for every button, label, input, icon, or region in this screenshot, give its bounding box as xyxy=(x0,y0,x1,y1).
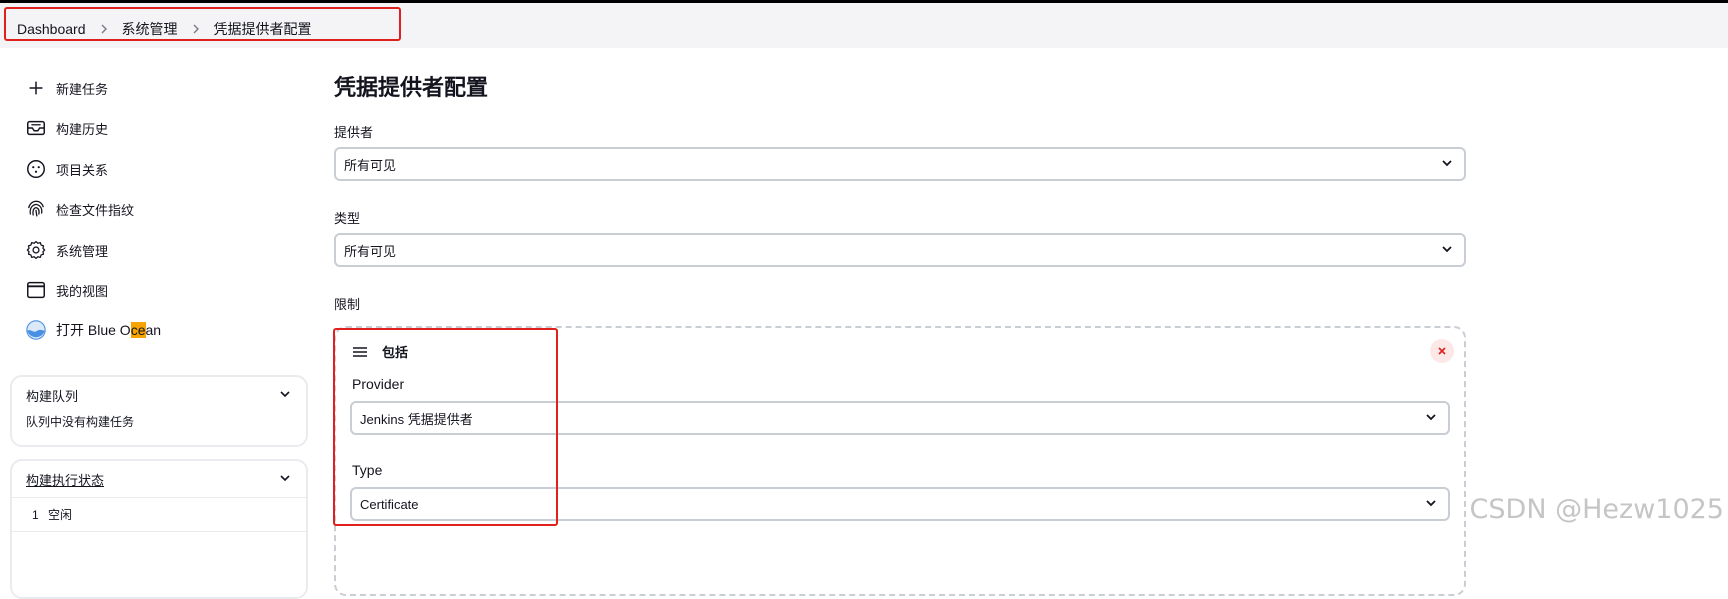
chevron-down-icon xyxy=(1424,410,1438,427)
sidebar-item-project-relation[interactable]: 项目关系 xyxy=(24,157,108,181)
type-label: 类型 xyxy=(334,211,361,226)
provider-label: 提供者 xyxy=(334,125,374,140)
executor-status-title[interactable]: 构建执行状态 xyxy=(26,470,104,489)
annotation-box-restriction xyxy=(333,328,558,526)
build-queue-title: 构建队列 xyxy=(26,388,79,404)
sidebar-item-label: 系统管理 xyxy=(56,243,109,259)
plus-icon xyxy=(24,76,48,100)
build-queue-header[interactable]: 构建队列 xyxy=(12,377,306,413)
page-title: 凭据提供者配置 xyxy=(334,75,489,100)
sidebar: 新建任务 构建历史 项目关系 检查文件指纹 系统管理 我的视图 打开 Blue … xyxy=(0,48,330,599)
executor-status-header[interactable]: 构建执行状态 xyxy=(12,461,306,497)
sidebar-item-fingerprint[interactable]: 检查文件指纹 xyxy=(24,197,134,221)
type-select-value: 所有可见 xyxy=(344,243,397,259)
chevron-down-icon xyxy=(1440,156,1454,173)
provider-select[interactable]: 所有可见 xyxy=(334,147,1466,181)
chevron-down-icon xyxy=(1424,496,1438,513)
sidebar-item-my-views[interactable]: 我的视图 xyxy=(24,278,108,302)
chevron-down-icon xyxy=(1440,242,1454,259)
executor-number: 1 xyxy=(32,508,39,522)
blue-ocean-label-suffix: an xyxy=(145,322,162,338)
watermark: CSDN @Hezw1025 xyxy=(1469,494,1724,525)
chevron-down-icon[interactable] xyxy=(278,387,292,404)
fingerprint-icon xyxy=(24,197,48,221)
window-icon xyxy=(24,278,48,302)
executor-state: 空闲 xyxy=(48,508,73,522)
sidebar-item-label: 项目关系 xyxy=(56,162,109,178)
provider-select-value: 所有可见 xyxy=(344,157,397,173)
type-select[interactable]: 所有可见 xyxy=(334,233,1466,267)
divider xyxy=(12,531,306,532)
chevron-down-icon[interactable] xyxy=(278,471,292,488)
relation-icon xyxy=(24,157,48,181)
gear-icon xyxy=(24,238,48,262)
sidebar-item-build-history[interactable]: 构建历史 xyxy=(24,116,108,140)
search-highlight: ce xyxy=(130,322,146,338)
sidebar-item-label: 构建历史 xyxy=(56,121,109,137)
sidebar-item-label: 新建任务 xyxy=(56,81,109,97)
blue-ocean-label-prefix: 打开 Blue O xyxy=(56,322,131,338)
sidebar-item-label: 检查文件指纹 xyxy=(56,202,135,218)
executor-row: 1 空闲 xyxy=(12,497,306,531)
close-icon xyxy=(1437,346,1447,356)
executor-status-panel: 构建执行状态 1 空闲 xyxy=(10,459,308,599)
build-queue-panel: 构建队列 队列中没有构建任务 xyxy=(10,375,308,447)
sidebar-item-blue-ocean[interactable]: 打开 Blue Ocean xyxy=(24,318,161,342)
sidebar-item-label: 我的视图 xyxy=(56,283,109,299)
sidebar-item-new-job[interactable]: 新建任务 xyxy=(24,76,108,100)
sidebar-item-label: 打开 Blue Ocean xyxy=(56,320,161,340)
inbox-icon xyxy=(24,116,48,140)
restriction-label: 限制 xyxy=(334,297,361,312)
sidebar-item-manage[interactable]: 系统管理 xyxy=(24,238,108,262)
build-queue-empty: 队列中没有构建任务 xyxy=(26,415,135,429)
blue-ocean-icon xyxy=(24,318,48,342)
annotation-box-breadcrumb xyxy=(4,7,401,41)
remove-button[interactable] xyxy=(1430,339,1454,363)
